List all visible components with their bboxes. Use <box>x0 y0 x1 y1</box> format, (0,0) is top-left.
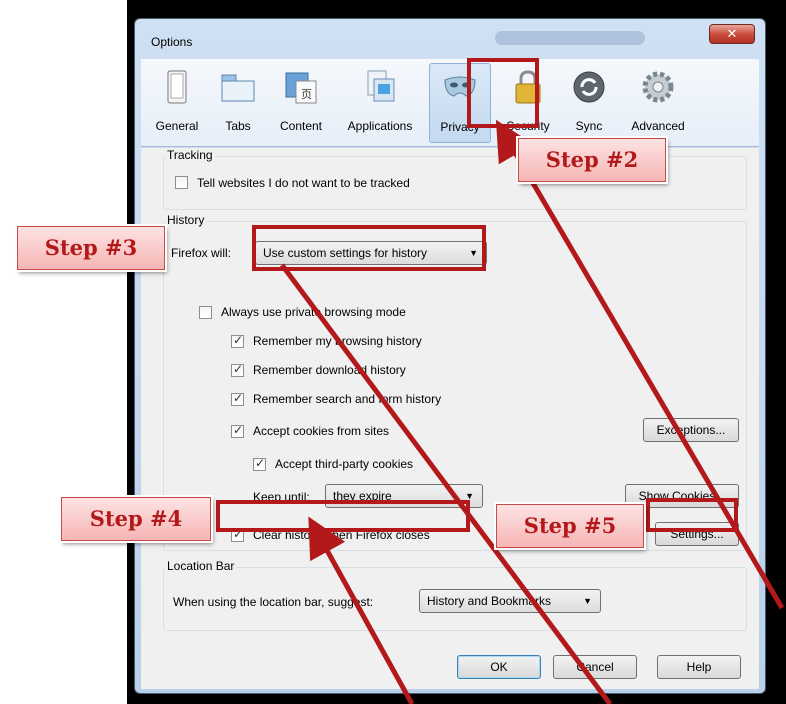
step-2-label: Step #2 <box>518 138 666 182</box>
close-button[interactable]: ✕ <box>709 24 755 44</box>
window-title: Options <box>151 35 193 49</box>
svg-text:页: 页 <box>301 88 312 101</box>
do-not-track-label: Tell websites I do not want to be tracke… <box>197 176 410 190</box>
location-bar-legend: Location Bar <box>165 559 237 573</box>
gear-icon <box>642 71 674 103</box>
remember-search-label: Remember search and form history <box>253 392 442 406</box>
tab-label: Content <box>279 119 323 133</box>
tab-label: General <box>155 119 199 133</box>
tracking-legend: Tracking <box>165 148 215 162</box>
options-dialog: Options ✕ General Tabs 页 Content Applica… <box>134 18 766 694</box>
remember-browsing-label: Remember my browsing history <box>253 334 422 348</box>
settings-button-highlight <box>646 498 738 532</box>
accept-cookies-label: Accept cookies from sites <box>253 424 390 438</box>
tab-label: Advanced <box>631 119 685 133</box>
suggest-value: History and Bookmarks <box>427 594 552 608</box>
tab-content[interactable]: 页 Content <box>271 63 331 143</box>
accept-cookies-checkbox[interactable] <box>231 423 244 438</box>
tab-tabs[interactable]: Tabs <box>213 63 263 143</box>
suggest-label: When using the location bar, suggest: <box>173 595 374 609</box>
remember-browsing-checkbox[interactable] <box>231 333 244 348</box>
title-bar-blur <box>495 31 645 45</box>
tab-label: Tabs <box>225 119 251 133</box>
suggest-select[interactable]: History and Bookmarks ▼ <box>419 589 601 613</box>
firefox-will-label: Firefox will: <box>171 246 232 260</box>
private-mode-checkbox[interactable] <box>199 306 212 319</box>
remember-search-checkbox[interactable] <box>231 391 244 406</box>
applications-icon <box>367 70 395 102</box>
general-icon <box>167 70 187 104</box>
third-party-cookies-checkbox[interactable] <box>253 456 266 471</box>
exceptions-button[interactable]: Exceptions... <box>643 418 739 442</box>
help-button[interactable]: Help <box>657 655 741 679</box>
tabs-icon <box>221 74 255 102</box>
options-toolbar: General Tabs 页 Content Applications Priv… <box>141 59 759 147</box>
sync-icon <box>573 71 605 103</box>
tab-applications[interactable]: Applications <box>337 63 423 143</box>
remember-download-checkbox[interactable] <box>231 362 244 377</box>
ok-button[interactable]: OK <box>457 655 541 679</box>
cancel-button[interactable]: Cancel <box>553 655 637 679</box>
step-4-label: Step #4 <box>61 497 211 541</box>
private-mode-label: Always use private browsing mode <box>221 305 406 319</box>
tab-sync[interactable]: Sync <box>563 63 615 143</box>
do-not-track-checkbox[interactable] <box>175 176 188 189</box>
step-5-label: Step #5 <box>496 504 644 548</box>
tab-advanced[interactable]: Advanced <box>621 63 695 143</box>
tab-general[interactable]: General <box>149 63 205 143</box>
history-legend: History <box>165 213 207 227</box>
history-select-highlight <box>252 225 486 271</box>
tab-label: Sync <box>575 119 603 133</box>
clear-history-highlight <box>216 500 470 532</box>
title-bar: Options ✕ <box>135 19 765 59</box>
chevron-down-icon: ▼ <box>583 596 592 606</box>
tab-label: Applications <box>347 119 413 133</box>
content-icon: 页 <box>285 72 317 104</box>
remember-download-label: Remember download history <box>253 363 406 377</box>
step-3-label: Step #3 <box>17 226 165 270</box>
third-party-cookies-label: Accept third-party cookies <box>275 457 414 471</box>
privacy-tab-highlight <box>467 58 539 128</box>
